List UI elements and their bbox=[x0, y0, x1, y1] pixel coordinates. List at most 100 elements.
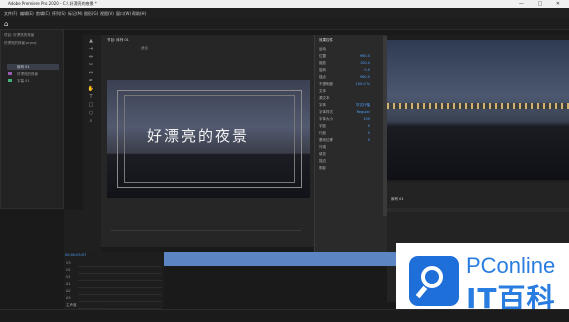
effect-control-value[interactable]: Regular bbox=[357, 110, 370, 114]
watermark-brand: PConline bbox=[466, 253, 556, 278]
monitor-zoom[interactable]: 适合 bbox=[141, 46, 148, 51]
window-controls[interactable]: — □ ✕ bbox=[519, 1, 566, 7]
home-icon[interactable]: ⌂ bbox=[4, 20, 8, 28]
menu-marker[interactable]: 标记(M) bbox=[68, 11, 83, 17]
ellipse-tool-icon[interactable]: ○ bbox=[87, 110, 95, 116]
clip-color-swatch bbox=[8, 72, 12, 75]
menu-bar: 文件(F) 编辑(E) 剪辑(C) 序列(S) 标记(M) 图形(G) 视图(V… bbox=[0, 8, 569, 18]
effect-control-label: 描边 bbox=[319, 159, 326, 163]
zoom-tool-icon[interactable]: ⌕ bbox=[87, 118, 95, 124]
selection-tool-icon[interactable]: ▲ bbox=[87, 38, 95, 44]
program-video-frame[interactable] bbox=[387, 40, 569, 180]
effect-control-label: 位置 bbox=[319, 54, 326, 58]
monitor-video-frame[interactable]: 好漂亮的夜景 bbox=[107, 80, 310, 198]
effect-control-label: 缩放 bbox=[319, 61, 326, 65]
effect-control-label: 不透明度 bbox=[319, 82, 333, 86]
window-title: Adobe Premiere Pro 2020 - C:\ 好漂亮的夜景 * bbox=[8, 1, 97, 6]
effect-control-value[interactable]: 0 bbox=[368, 131, 370, 135]
menu-sequence[interactable]: 序列(S) bbox=[52, 11, 66, 17]
tools-panel: ▲ ⇥ ⇹ ✂ ↔ ✒ ✋ T □ ○ ⌕ bbox=[83, 35, 101, 210]
effect-control-row[interactable]: 运动 bbox=[319, 47, 326, 52]
effect-control-row[interactable]: 基线位移 bbox=[319, 138, 333, 143]
time-ruler[interactable] bbox=[387, 208, 569, 212]
effect-control-value[interactable]: 960.0 bbox=[360, 75, 370, 79]
hand-tool-icon[interactable]: ✋ bbox=[87, 86, 95, 92]
effect-control-value[interactable]: 0 bbox=[368, 138, 370, 142]
effect-control-value[interactable]: 960.0 bbox=[360, 54, 370, 58]
effect-control-label: 运动 bbox=[319, 47, 326, 51]
transport-controls[interactable] bbox=[111, 230, 301, 236]
menu-view[interactable]: 视图(V) bbox=[100, 11, 114, 17]
title-bar: Adobe Premiere Pro 2020 - C:\ 好漂亮的夜景 * —… bbox=[0, 0, 569, 8]
menu-window[interactable]: 窗口(W) bbox=[116, 11, 131, 17]
effect-control-label: 字体样式 bbox=[319, 110, 333, 114]
track-v3[interactable]: V3 bbox=[66, 260, 162, 267]
track-master[interactable]: 主声道 bbox=[66, 302, 162, 309]
effect-control-row[interactable]: 字体大小 bbox=[319, 117, 333, 122]
project-panel: 项目: 好漂亮的夜景 好漂亮的夜景.prproj 序列 01 好漂亮的夜景 字幕… bbox=[0, 29, 64, 209]
razor-tool-icon[interactable]: ✂ bbox=[87, 62, 95, 68]
effect-control-value[interactable]: 100.0 bbox=[360, 61, 370, 65]
effect-control-row[interactable]: 源文本 bbox=[319, 96, 330, 101]
effect-control-row[interactable]: 文本 bbox=[319, 89, 326, 94]
effect-control-row[interactable]: 旋转 bbox=[319, 68, 326, 73]
effect-control-value[interactable]: 华文行楷 bbox=[356, 103, 370, 108]
project-item[interactable]: 好漂亮的夜景 bbox=[17, 72, 38, 77]
effect-control-value[interactable]: 0 bbox=[368, 124, 370, 128]
track-select-icon[interactable]: ⇥ bbox=[87, 46, 95, 52]
monitor-tab[interactable]: 节目: 序列 01 bbox=[107, 38, 129, 43]
project-item[interactable]: 字幕 01 bbox=[17, 79, 30, 84]
effect-control-row[interactable]: 字体样式 bbox=[319, 110, 333, 115]
track-a2[interactable]: A2 bbox=[66, 288, 162, 295]
effect-control-row[interactable]: 缩放 bbox=[319, 61, 326, 66]
pen-tool-icon[interactable]: ✒ bbox=[87, 78, 95, 84]
rectangle-tool-icon[interactable]: □ bbox=[87, 102, 95, 108]
project-file: 好漂亮的夜景.prproj bbox=[4, 41, 37, 45]
caption-text[interactable]: 好漂亮的夜景 bbox=[147, 125, 249, 146]
track-a3[interactable]: A3 bbox=[66, 295, 162, 302]
effect-control-label: 阴影 bbox=[319, 166, 326, 170]
effect-control-row[interactable]: 字体 bbox=[319, 103, 326, 108]
effect-control-value[interactable]: 0.0 bbox=[364, 68, 370, 72]
ripple-edit-icon[interactable]: ⇹ bbox=[87, 54, 95, 60]
effect-control-row[interactable]: 外观 bbox=[319, 145, 326, 150]
track-v2[interactable]: V2 bbox=[66, 267, 162, 274]
effect-control-value[interactable]: 100.0 % bbox=[356, 82, 370, 86]
timeline-timecode[interactable]: 00:00:05:07 bbox=[65, 253, 86, 257]
city-lights bbox=[387, 103, 569, 109]
menu-clip[interactable]: 剪辑(C) bbox=[36, 11, 50, 17]
project-item-selected[interactable]: 序列 01 bbox=[7, 64, 59, 70]
effect-control-label: 字体大小 bbox=[319, 117, 333, 121]
effect-control-row[interactable]: 填充 bbox=[319, 152, 326, 157]
effect-control-label: 字体 bbox=[319, 103, 326, 107]
effect-control-label: 字距 bbox=[319, 124, 326, 128]
track-v1[interactable]: V1 bbox=[66, 274, 162, 281]
slip-tool-icon[interactable]: ↔ bbox=[87, 70, 95, 76]
effect-control-value[interactable]: 100 bbox=[363, 117, 370, 121]
menu-graphics[interactable]: 图形(G) bbox=[84, 11, 98, 17]
effect-control-label: 文本 bbox=[319, 89, 326, 93]
menu-edit[interactable]: 编辑(E) bbox=[20, 11, 34, 17]
effect-control-label: 源文本 bbox=[319, 96, 330, 100]
effect-control-label: 旋转 bbox=[319, 68, 326, 72]
track-a1[interactable]: A1 bbox=[66, 281, 162, 288]
effect-controls-panel: 效果控件 运动位置 960.0 缩放 100.0 旋转 0.0 锚点 960.0 不透明度 100… bbox=[314, 35, 388, 252]
type-tool-icon[interactable]: T bbox=[87, 94, 95, 100]
project-header: 项目: 好漂亮的夜景 bbox=[4, 33, 35, 37]
effect-control-row[interactable]: 描边 bbox=[319, 159, 326, 164]
effect-control-label: 填充 bbox=[319, 152, 326, 156]
menu-help[interactable]: 帮助(H) bbox=[132, 11, 146, 17]
menu-file[interactable]: 文件(F) bbox=[4, 11, 17, 17]
effect-controls-tab[interactable]: 效果控件 bbox=[319, 38, 333, 43]
timeline-tab[interactable]: 序列 01 bbox=[391, 197, 404, 202]
effect-control-row[interactable]: 字距 bbox=[319, 124, 326, 129]
effect-control-row[interactable]: 阴影 bbox=[319, 166, 326, 171]
clip-color-swatch bbox=[8, 79, 12, 82]
effect-control-row[interactable]: 行距 bbox=[319, 131, 326, 136]
workspace-bar bbox=[0, 18, 569, 30]
effect-control-row[interactable]: 位置 bbox=[319, 54, 326, 59]
effect-control-row[interactable]: 锚点 bbox=[319, 75, 326, 80]
clip-bar[interactable] bbox=[164, 252, 402, 266]
status-bar bbox=[0, 309, 569, 322]
effect-control-row[interactable]: 不透明度 bbox=[319, 82, 333, 87]
